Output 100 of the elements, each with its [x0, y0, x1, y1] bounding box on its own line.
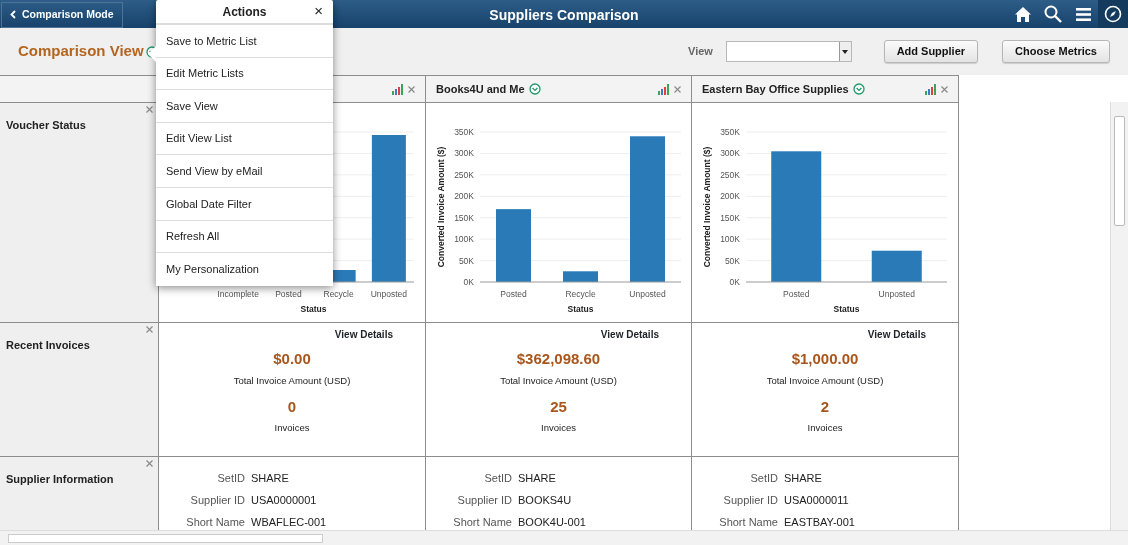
caret-icon	[842, 49, 849, 54]
tick-label: 300K	[720, 148, 740, 159]
close-icon[interactable]	[146, 460, 153, 467]
menu-item[interactable]: Send View by eMail	[156, 155, 333, 188]
tick-label: 50K	[724, 255, 740, 266]
field-label: Supplier ID	[189, 492, 245, 508]
back-button[interactable]: Comparison Mode	[1, 1, 123, 28]
field-label: Short Name	[452, 514, 512, 530]
menu-title: Actions	[222, 3, 267, 21]
view-details-link[interactable]: View Details	[600, 327, 659, 342]
category-label: Recycle	[323, 289, 354, 299]
category-label: Unposted	[629, 289, 666, 299]
tick-label: 350K	[720, 127, 740, 137]
action-button[interactable]: Choose Metrics	[1002, 40, 1110, 63]
tick-label: 150K	[454, 212, 474, 223]
close-button[interactable]: ×	[314, 3, 323, 18]
horizontal-scrollbar[interactable]	[0, 530, 1128, 545]
tick-label: 300K	[454, 148, 474, 159]
menu-item[interactable]: My Personalization	[156, 253, 333, 286]
amount-label: Total Invoice Amount (USD)	[766, 373, 884, 388]
menu-item[interactable]: Global Date Filter	[156, 187, 333, 221]
count-label: Invoices	[807, 421, 843, 436]
tick-label: 0K	[729, 277, 740, 287]
total-amount: $1,000.00	[791, 349, 859, 369]
view-dropdown[interactable]	[725, 41, 852, 62]
compass-icon[interactable]	[1104, 5, 1122, 23]
chevron-down-icon[interactable]	[528, 83, 541, 95]
field-label: View	[688, 44, 713, 60]
view-title: Comparison View	[18, 41, 144, 62]
category-label: Recycle	[565, 289, 596, 299]
count-label: Invoices	[541, 421, 576, 436]
row-label: Voucher Status	[6, 119, 86, 131]
tick-label: 50K	[458, 255, 474, 266]
menu-item[interactable]: Refresh All	[156, 220, 333, 254]
category-label: Posted	[275, 289, 302, 299]
field-label: SetID	[216, 470, 245, 486]
field-value: WBAFLEC-001	[251, 514, 327, 530]
amount-label: Total Invoice Amount (USD)	[233, 373, 351, 388]
row-label: Supplier Information	[6, 473, 114, 485]
menu-icon[interactable]	[1075, 7, 1091, 21]
field-value: BOOKS4U	[518, 492, 572, 508]
close-icon[interactable]	[941, 85, 948, 93]
supplier-name: Eastern Bay Office Supplies	[702, 81, 849, 97]
tick-label: 100K	[454, 234, 474, 245]
amount-label: Total Invoice Amount (USD)	[500, 373, 617, 388]
view-details-link[interactable]: View Details	[334, 327, 393, 342]
action-button[interactable]: Add Supplier	[883, 40, 979, 63]
menu-item[interactable]: Edit View List	[156, 122, 333, 156]
field-label: Supplier ID	[722, 492, 778, 508]
close-icon[interactable]	[146, 106, 153, 113]
field-value: USA0000011	[784, 492, 849, 508]
field-value: USA0000001	[251, 492, 317, 508]
close-icon[interactable]	[674, 85, 681, 93]
field-value: BOOK4U-001	[518, 514, 586, 530]
invoice-count: 25	[550, 396, 567, 417]
category-label: Posted	[500, 289, 527, 299]
menu-item[interactable]: Edit Metric Lists	[156, 57, 333, 91]
field-label: SetID	[749, 470, 778, 486]
view-details-link[interactable]: View Details	[867, 327, 926, 342]
tick-label: 150K	[720, 212, 740, 223]
vertical-scrollbar[interactable]	[1110, 102, 1128, 530]
invoice-count: 0	[287, 396, 297, 417]
total-amount: $362,098.60	[516, 349, 601, 369]
total-amount: $0.00	[273, 349, 311, 369]
tick-label: 100K	[720, 234, 740, 245]
tick-label: 200K	[454, 191, 474, 202]
chart-icon[interactable]	[924, 83, 936, 95]
tick-label: 250K	[720, 169, 740, 180]
field-label: SetID	[483, 470, 512, 486]
field-label: Short Name	[718, 514, 778, 530]
chevron-down-icon[interactable]	[852, 83, 865, 95]
chart-icon[interactable]	[657, 83, 669, 95]
tick-label: 0K	[463, 277, 474, 287]
close-icon[interactable]	[408, 85, 415, 93]
field-value: SHARE	[251, 470, 289, 486]
bar	[871, 250, 922, 282]
search-icon[interactable]	[1044, 5, 1062, 23]
menu-item[interactable]: Save to Metric List	[156, 25, 333, 58]
field-label: Short Name	[185, 514, 245, 530]
category-label: Unposted	[878, 289, 915, 299]
tick-label: 250K	[454, 169, 474, 180]
back-icon	[10, 10, 16, 19]
field-value: EASTBAY-001	[784, 514, 855, 530]
category-label: Unposted	[370, 289, 408, 299]
home-icon[interactable]	[1014, 5, 1032, 23]
menu-item[interactable]: Save View	[156, 90, 333, 123]
chart-icon[interactable]	[391, 83, 403, 95]
field-value: SHARE	[518, 470, 556, 486]
axis-title: Status	[300, 304, 327, 314]
row-label: Recent Invoices	[6, 339, 90, 351]
page-title: Suppliers Comparison	[489, 7, 639, 23]
axis-title: Status	[833, 304, 860, 314]
bar	[563, 271, 598, 282]
count-label: Invoices	[274, 421, 310, 436]
tick-label: 350K	[454, 127, 474, 137]
close-icon[interactable]	[146, 326, 153, 333]
category-label: Incomplete	[217, 289, 259, 299]
field-value: SHARE	[784, 470, 822, 486]
tick-label: 200K	[720, 191, 740, 202]
axis-title: Converted Invoice Amount ($)	[436, 146, 446, 268]
